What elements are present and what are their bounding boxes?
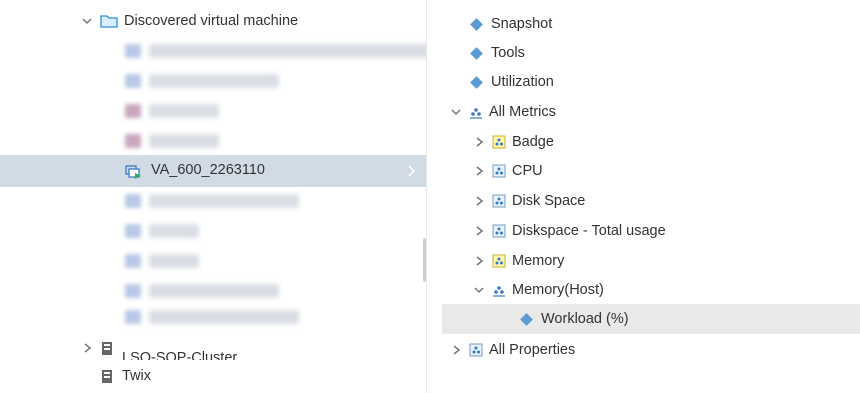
- metric-label: Tools: [491, 45, 525, 61]
- blurred-row[interactable]: [125, 66, 279, 96]
- tree-item-twix[interactable]: Twix: [100, 361, 151, 391]
- tree-node-memory-host[interactable]: Memory(Host): [472, 275, 604, 305]
- metric-item-workload[interactable]: Workload (%): [442, 304, 860, 334]
- redacted-text: [149, 284, 279, 298]
- folder-icon: [100, 14, 118, 28]
- vm-icon: [125, 254, 141, 268]
- badge-metric-icon: [492, 254, 506, 268]
- metric-diamond-icon: [470, 17, 483, 31]
- tree-node-label: Disk Space: [512, 193, 586, 209]
- inventory-tree-pane: Discovered virtual machine VA_600_226311…: [0, 0, 426, 393]
- metric-diamond-icon: [470, 46, 483, 60]
- vm-icon: [125, 44, 141, 58]
- metric-label: Snapshot: [491, 16, 553, 32]
- vm-icon: [125, 310, 141, 324]
- redacted-text: [149, 134, 219, 148]
- metric-group-icon: [492, 224, 506, 238]
- chevron-down-icon[interactable]: [449, 106, 463, 118]
- tree-node-all-metrics[interactable]: All Metrics: [449, 97, 556, 127]
- tree-item-discovered-folder[interactable]: Discovered virtual machine: [80, 6, 298, 36]
- metric-item-utilization[interactable]: Utilization: [470, 67, 554, 97]
- cluster-icon: [100, 369, 114, 384]
- metric-label: Workload (%): [541, 311, 629, 327]
- tree-node-disk-space[interactable]: Disk Space: [472, 186, 585, 216]
- vm-powered-on-icon: [125, 163, 143, 180]
- blurred-row[interactable]: [125, 216, 199, 246]
- redacted-text: [149, 224, 199, 238]
- chevron-right-icon[interactable]: [80, 342, 94, 354]
- tree-item-label: LSO-SOP-Cluster: [122, 350, 238, 360]
- vm-icon: [125, 104, 141, 118]
- tree-item-cluster[interactable]: LSO-SOP-Cluster: [80, 336, 237, 360]
- vm-icon: [125, 284, 141, 298]
- metric-group-icon: [492, 164, 506, 178]
- metrics-tree-pane: Snapshot Tools Utilization All Metrics B…: [427, 0, 860, 393]
- chevron-right-icon[interactable]: [472, 195, 486, 207]
- vm-icon: [125, 134, 141, 148]
- blurred-row[interactable]: [125, 126, 219, 156]
- vm-icon: [125, 194, 141, 208]
- tree-node-label: Badge: [512, 134, 554, 150]
- tree-item-label: VA_600_2263110: [151, 162, 265, 178]
- tree-node-label: All Metrics: [489, 104, 556, 120]
- tree-node-badge[interactable]: Badge: [472, 127, 554, 157]
- metric-item-tools[interactable]: Tools: [470, 38, 525, 68]
- chevron-right-icon[interactable]: [406, 164, 416, 178]
- redacted-text: [149, 74, 279, 88]
- metric-group-icon: [469, 343, 483, 357]
- metric-diamond-icon: [470, 75, 483, 89]
- blurred-row[interactable]: [125, 186, 299, 216]
- tree-item-label: Twix: [122, 368, 151, 384]
- badge-metric-icon: [492, 135, 506, 149]
- tree-node-label: Memory: [512, 253, 565, 269]
- metric-group-icon: [469, 105, 483, 119]
- cluster-icon: [100, 341, 114, 356]
- chevron-right-icon[interactable]: [449, 344, 463, 356]
- tree-node-memory[interactable]: Memory: [472, 246, 564, 276]
- chevron-down-icon[interactable]: [80, 15, 94, 27]
- chevron-right-icon[interactable]: [472, 136, 486, 148]
- blurred-row[interactable]: [125, 96, 219, 126]
- tree-node-all-properties[interactable]: All Properties: [449, 335, 575, 365]
- chevron-right-icon[interactable]: [472, 225, 486, 237]
- chevron-down-icon[interactable]: [472, 284, 486, 296]
- redacted-text: [149, 194, 299, 208]
- chevron-right-icon[interactable]: [472, 255, 486, 267]
- blurred-row[interactable]: [125, 302, 299, 332]
- redacted-text: [149, 310, 299, 324]
- tree-node-label: Memory(Host): [512, 282, 604, 298]
- metric-label: Utilization: [491, 74, 554, 90]
- tree-node-cpu[interactable]: CPU: [472, 156, 543, 186]
- tree-node-diskspace-total[interactable]: Diskspace - Total usage: [472, 216, 666, 246]
- redacted-text: [149, 44, 426, 58]
- metric-diamond-icon: [520, 312, 533, 326]
- metric-item-snapshot[interactable]: Snapshot: [470, 9, 553, 39]
- metric-group-icon: [492, 283, 506, 297]
- blurred-row[interactable]: [125, 36, 426, 66]
- tree-item-label: Discovered virtual machine: [124, 13, 299, 29]
- tree-node-label: CPU: [512, 163, 543, 179]
- vm-icon: [125, 74, 141, 88]
- tree-node-label: All Properties: [489, 342, 576, 358]
- tree-item-selected-vm[interactable]: VA_600_2263110: [0, 155, 426, 187]
- blurred-row[interactable]: [125, 246, 199, 276]
- redacted-text: [149, 104, 219, 118]
- vm-icon: [125, 224, 141, 238]
- chevron-right-icon[interactable]: [472, 165, 486, 177]
- metric-group-icon: [492, 194, 506, 208]
- redacted-text: [149, 254, 199, 268]
- tree-node-label: Diskspace - Total usage: [512, 223, 666, 239]
